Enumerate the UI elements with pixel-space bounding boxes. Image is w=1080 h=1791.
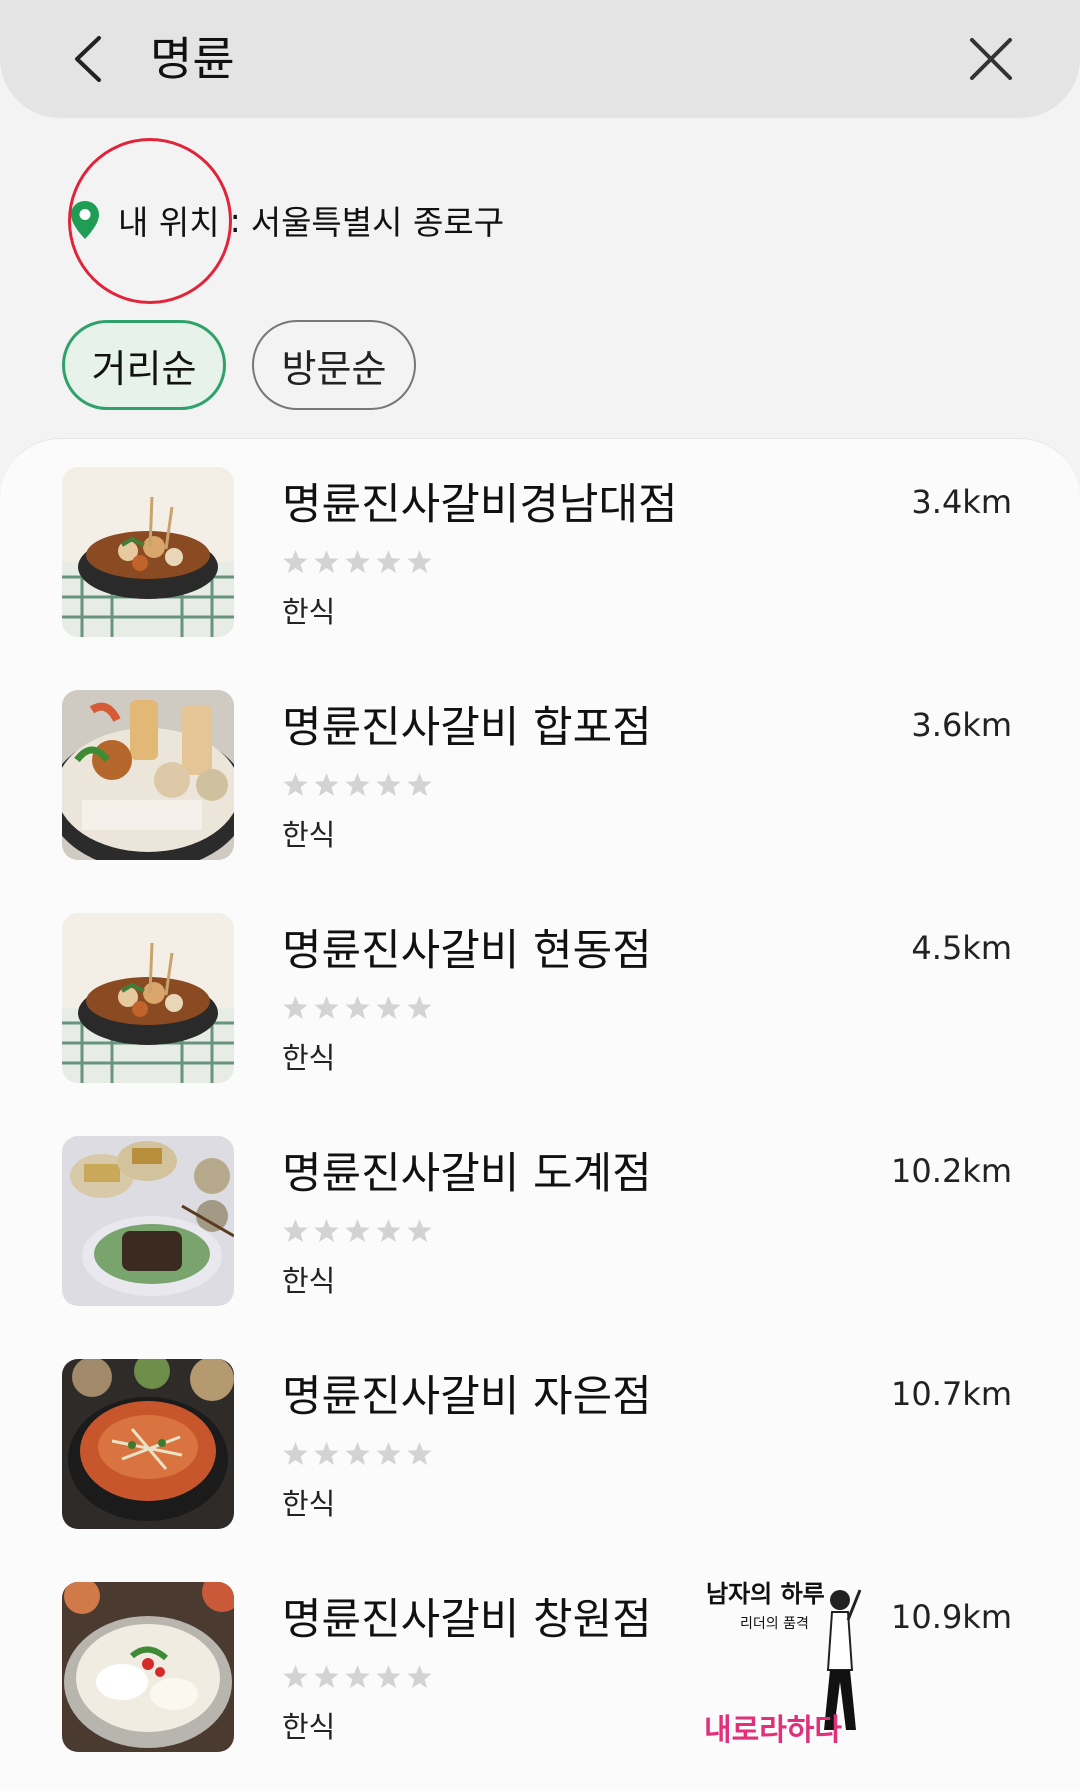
restaurant-thumbnail <box>62 1136 234 1306</box>
location-label: 내 위치 <box>118 203 220 242</box>
rating-stars <box>282 995 433 1021</box>
restaurant-distance: 4.5km <box>911 929 1012 967</box>
chevron-left-icon <box>75 36 101 82</box>
star-icon <box>407 549 432 574</box>
list-item[interactable]: 명륜진사갈비 현동점 4.5km 한식 <box>0 885 1080 1108</box>
list-item[interactable]: 명륜진사갈비 자은점 10.7km 한식 <box>0 1331 1080 1554</box>
star-icon <box>283 1664 308 1689</box>
sort-by-distance-chip[interactable]: 거리순 <box>62 320 226 410</box>
restaurant-name: 명륜진사갈비 창원점 <box>282 1595 652 1645</box>
search-query[interactable]: 명륜 <box>150 28 235 90</box>
watermark-line2: 리더의 품격 <box>740 1616 809 1632</box>
results-list: 명륜진사갈비경남대점 3.4km 한식 명륜진사갈비 합포점 3.6km 한식 … <box>0 438 1080 1791</box>
sort-by-visits-chip[interactable]: 방문순 <box>252 320 416 410</box>
current-location[interactable]: 내 위치 : 서울특별시 종로구 <box>70 190 504 250</box>
watermark-line3: 내로라하다 <box>704 1713 842 1748</box>
rating-stars <box>282 1441 433 1467</box>
star-icon <box>376 1441 401 1466</box>
star-icon <box>314 772 339 797</box>
rating-stars <box>282 1218 433 1244</box>
list-item[interactable]: 명륜진사갈비경남대점 3.4km 한식 <box>0 439 1080 662</box>
star-icon <box>314 1664 339 1689</box>
list-item[interactable]: 명륜진사갈비 합포점 3.6km 한식 <box>0 662 1080 885</box>
star-icon <box>314 549 339 574</box>
restaurant-distance: 3.6km <box>911 706 1012 744</box>
restaurant-category: 한식 <box>282 1041 336 1075</box>
search-bar: 명륜 <box>0 0 1080 118</box>
star-icon <box>345 549 370 574</box>
star-icon <box>345 1218 370 1243</box>
clear-search-button[interactable] <box>960 28 1022 90</box>
restaurant-name: 명륜진사갈비 도계점 <box>282 1149 652 1199</box>
list-item[interactable]: 명륜진사갈비 도계점 10.2km 한식 <box>0 1108 1080 1331</box>
rating-stars <box>282 549 433 575</box>
restaurant-thumbnail <box>62 467 234 637</box>
star-icon <box>407 1218 432 1243</box>
restaurant-name: 명륜진사갈비경남대점 <box>282 480 678 530</box>
star-icon <box>345 1664 370 1689</box>
restaurant-distance: 3.4km <box>911 483 1012 521</box>
restaurant-category: 한식 <box>282 818 336 852</box>
restaurant-category: 한식 <box>282 1710 336 1744</box>
star-icon <box>283 549 308 574</box>
restaurant-category: 한식 <box>282 1264 336 1298</box>
star-icon <box>314 1218 339 1243</box>
star-icon <box>283 995 308 1020</box>
star-icon <box>376 772 401 797</box>
restaurant-thumbnail <box>62 913 234 1083</box>
location-value: 서울특별시 종로구 <box>250 203 505 242</box>
restaurant-distance: 10.2km <box>891 1152 1012 1190</box>
restaurant-distance: 10.7km <box>891 1375 1012 1413</box>
star-icon <box>283 772 308 797</box>
restaurant-distance: 10.9km <box>891 1598 1012 1636</box>
list-item[interactable]: 명륜진사갈비 창원점 10.9km 한식 <box>0 1554 1080 1777</box>
watermark-logo: 남자의 하루 리더의 품격 내로라하다 <box>700 1570 900 1760</box>
star-icon <box>376 995 401 1020</box>
close-icon <box>970 38 1012 80</box>
restaurant-name: 명륜진사갈비 현동점 <box>282 926 652 976</box>
location-separator: : <box>229 200 241 240</box>
star-icon <box>345 1441 370 1466</box>
star-icon <box>407 772 432 797</box>
star-icon <box>345 772 370 797</box>
restaurant-category: 한식 <box>282 595 336 629</box>
map-pin-icon <box>70 200 100 240</box>
watermark-line1: 남자의 하루 <box>706 1580 825 1608</box>
star-icon <box>407 1664 432 1689</box>
restaurant-name: 명륜진사갈비 합포점 <box>282 703 652 753</box>
star-icon <box>283 1218 308 1243</box>
restaurant-name: 명륜진사갈비 자은점 <box>282 1372 652 1422</box>
star-icon <box>283 1441 308 1466</box>
star-icon <box>376 549 401 574</box>
star-icon <box>376 1664 401 1689</box>
star-icon <box>345 995 370 1020</box>
star-icon <box>407 1441 432 1466</box>
star-icon <box>407 995 432 1020</box>
restaurant-category: 한식 <box>282 1487 336 1521</box>
restaurant-thumbnail <box>62 1582 234 1752</box>
star-icon <box>314 1441 339 1466</box>
restaurant-thumbnail <box>62 690 234 860</box>
restaurant-thumbnail <box>62 1359 234 1529</box>
rating-stars <box>282 772 433 798</box>
star-icon <box>376 1218 401 1243</box>
rating-stars <box>282 1664 433 1690</box>
star-icon <box>314 995 339 1020</box>
back-button[interactable] <box>58 28 118 90</box>
